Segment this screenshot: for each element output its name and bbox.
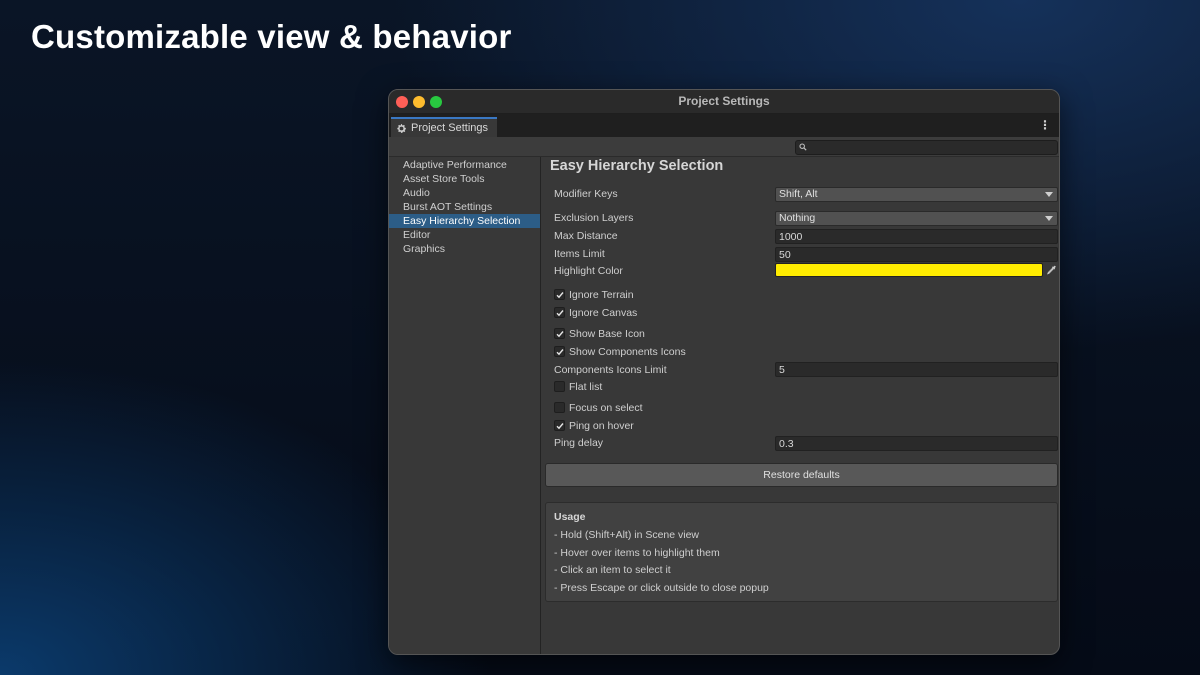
sidebar-item-editor[interactable]: Editor — [389, 228, 540, 242]
ping-delay-field[interactable]: 0.3 — [775, 436, 1058, 451]
flat-list-label: Flat list — [569, 381, 603, 393]
sidebar-item-asset-store-tools[interactable]: Asset Store Tools — [389, 172, 540, 186]
ping-on-hover-label: Ping on hover — [569, 420, 634, 432]
sidebar-item-burst-aot-settings[interactable]: Burst AOT Settings — [389, 200, 540, 214]
chevron-down-icon — [1045, 192, 1053, 197]
sidebar-item-audio[interactable]: Audio — [389, 186, 540, 200]
usage-line: - Hold (Shift+Alt) in Scene view — [554, 529, 700, 541]
tab-label: Project Settings — [411, 122, 489, 134]
tab-project-settings[interactable]: Project Settings — [391, 117, 497, 137]
ping-delay-label: Ping delay — [554, 437, 604, 449]
checkmark-icon — [556, 310, 564, 317]
exclusion-layers-label: Exclusion Layers — [554, 212, 634, 224]
usage-box: Usage - Hold (Shift+Alt) in Scene view -… — [545, 502, 1058, 602]
ignore-terrain-checkbox[interactable] — [554, 289, 565, 300]
checkmark-icon — [556, 349, 564, 356]
show-components-icons-checkbox[interactable] — [554, 346, 565, 357]
search-row — [389, 137, 1059, 157]
focus-on-select-label: Focus on select — [569, 402, 643, 414]
settings-panel: Easy Hierarchy Selection Modifier Keys S… — [542, 157, 1059, 654]
max-distance-field[interactable]: 1000 — [775, 229, 1058, 244]
highlight-color-field[interactable] — [775, 263, 1043, 277]
exclusion-layers-dropdown[interactable]: Nothing — [775, 211, 1058, 226]
tab-bar: Project Settings ⋮ — [389, 114, 1059, 137]
focus-on-select-checkbox[interactable] — [554, 402, 565, 413]
more-options-icon[interactable]: ⋮ — [1039, 118, 1051, 132]
sidebar-item-adaptive-performance[interactable]: Adaptive Performance — [389, 158, 540, 172]
search-input[interactable] — [795, 140, 1058, 155]
items-limit-field[interactable]: 50 — [775, 247, 1058, 262]
eyedropper-icon[interactable] — [1046, 264, 1057, 276]
window-titlebar[interactable]: Project Settings — [389, 90, 1059, 114]
usage-line: - Hover over items to highlight them — [554, 547, 720, 559]
flat-list-checkbox[interactable] — [554, 381, 565, 392]
settings-sidebar: Adaptive Performance Asset Store Tools A… — [389, 157, 541, 654]
section-title: Easy Hierarchy Selection — [550, 158, 724, 174]
slide-headline: Customizable view & behavior — [31, 18, 512, 55]
modifier-keys-dropdown[interactable]: Shift, Alt — [775, 187, 1058, 202]
items-limit-label: Items Limit — [554, 248, 605, 260]
usage-title: Usage — [554, 511, 586, 523]
show-components-icons-label: Show Components Icons — [569, 346, 686, 358]
exclusion-layers-value: Nothing — [779, 212, 816, 224]
project-settings-window: Project Settings Project Settings ⋮ Adap… — [388, 89, 1060, 655]
highlight-color-label: Highlight Color — [554, 265, 623, 277]
ignore-terrain-label: Ignore Terrain — [569, 289, 634, 301]
restore-defaults-button[interactable]: Restore defaults — [545, 463, 1058, 487]
settings-content: Adaptive Performance Asset Store Tools A… — [389, 157, 1059, 654]
modifier-keys-label: Modifier Keys — [554, 188, 618, 200]
modifier-keys-value: Shift, Alt — [779, 188, 818, 200]
chevron-down-icon — [1045, 216, 1053, 221]
ping-on-hover-checkbox[interactable] — [554, 420, 565, 431]
checkmark-icon — [556, 292, 564, 299]
gear-icon — [397, 123, 407, 133]
ignore-canvas-checkbox[interactable] — [554, 307, 565, 318]
components-icons-limit-field[interactable]: 5 — [775, 362, 1058, 377]
ignore-canvas-label: Ignore Canvas — [569, 307, 638, 319]
usage-line: - Press Escape or click outside to close… — [554, 582, 769, 594]
components-icons-limit-label: Components Icons Limit — [554, 364, 667, 376]
window-title: Project Settings — [678, 94, 770, 108]
show-base-icon-label: Show Base Icon — [569, 328, 645, 340]
sidebar-item-graphics[interactable]: Graphics — [389, 242, 540, 256]
search-icon — [799, 143, 807, 151]
checkmark-icon — [556, 331, 564, 338]
max-distance-label: Max Distance — [554, 230, 618, 242]
sidebar-item-easy-hierarchy-selection[interactable]: Easy Hierarchy Selection — [389, 214, 540, 228]
usage-line: - Click an item to select it — [554, 564, 671, 576]
checkmark-icon — [556, 423, 564, 430]
show-base-icon-checkbox[interactable] — [554, 328, 565, 339]
